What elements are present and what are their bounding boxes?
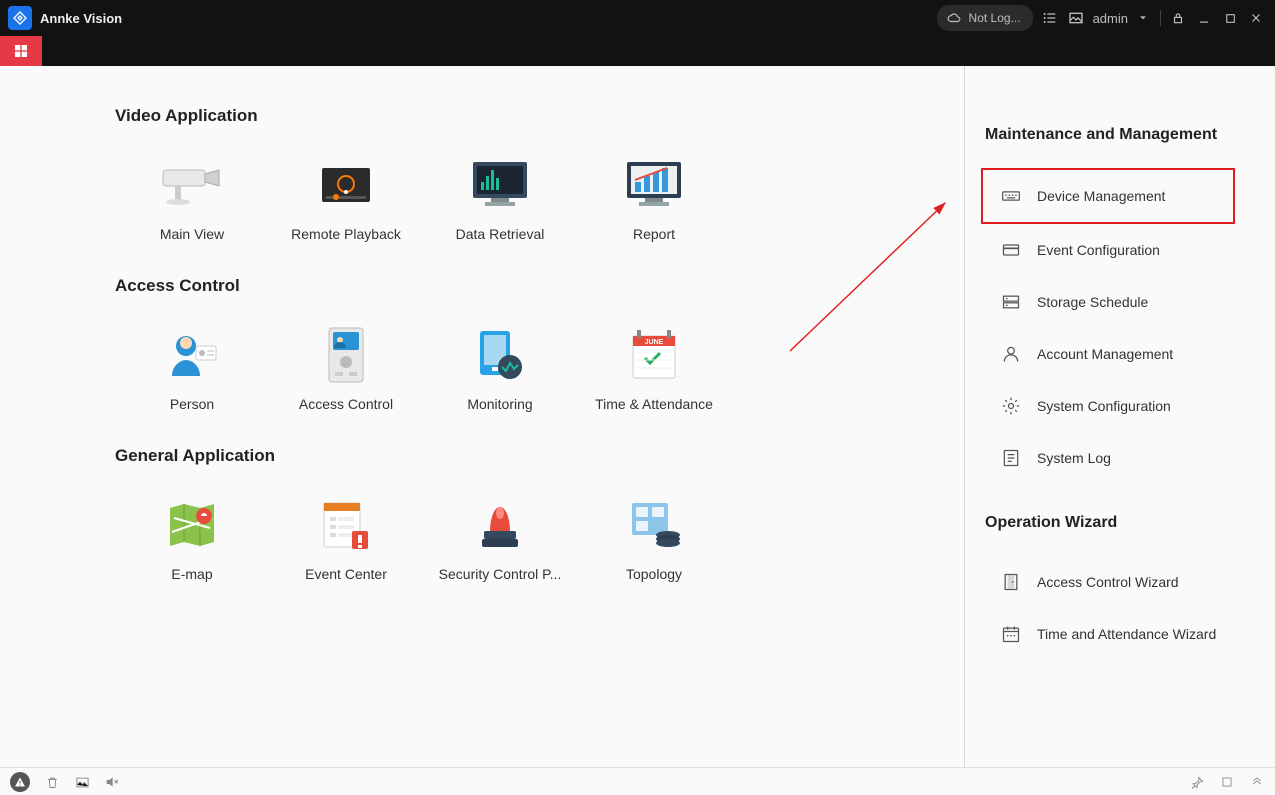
alert-badge-icon[interactable] [10, 772, 30, 792]
app-title: Annke Vision [40, 11, 122, 26]
tabstrip [0, 36, 1275, 66]
svg-text:JUNE: JUNE [645, 339, 664, 346]
sidebar-item-access-control-wizard[interactable]: Access Control Wizard [965, 556, 1275, 608]
sidebar-item-label: System Configuration [1037, 398, 1171, 414]
section-title-access: Access Control [115, 276, 964, 296]
login-status-text: Not Log... [969, 11, 1021, 25]
tile-label: Report [577, 226, 731, 242]
trash-icon[interactable] [44, 774, 60, 790]
separator [1160, 10, 1161, 26]
sidebar-item-account-management[interactable]: Account Management [965, 328, 1275, 380]
tile-emap[interactable]: E-map [115, 492, 269, 582]
schedule-icon [1001, 624, 1021, 644]
sidebar-item-label: Account Management [1037, 346, 1173, 362]
tile-label: Security Control P... [423, 566, 577, 582]
image-icon[interactable] [1067, 9, 1085, 27]
sidebar-heading-maintenance: Maintenance and Management [965, 126, 1275, 144]
network-icon [577, 492, 731, 558]
tile-access-control[interactable]: Access Control [269, 322, 423, 412]
camera-icon [115, 152, 269, 218]
tile-label: Data Retrieval [423, 226, 577, 242]
sidebar-item-label: System Log [1037, 450, 1111, 466]
sidebar-item-label: Storage Schedule [1037, 294, 1148, 310]
intercom-icon [269, 322, 423, 388]
tile-label: Person [115, 396, 269, 412]
sidebar: Maintenance and Management Device Manage… [965, 66, 1275, 767]
grid-access: Person Access Control Monitoring JUNE Ti… [115, 322, 964, 412]
maximize-icon[interactable] [1221, 9, 1239, 27]
cloud-icon [945, 9, 963, 27]
sidebar-heading-wizard: Operation Wizard [965, 514, 1275, 532]
gear-icon [1001, 396, 1021, 416]
sidebar-item-system-log[interactable]: System Log [965, 432, 1275, 484]
monitoring-icon [423, 322, 577, 388]
picture-icon[interactable] [74, 774, 90, 790]
tile-main-view[interactable]: Main View [115, 152, 269, 242]
app-logo [8, 6, 32, 30]
grid-general: E-map Event Center Security Control P...… [115, 492, 964, 582]
home-tab[interactable] [0, 36, 42, 66]
minimize-icon[interactable] [1195, 9, 1213, 27]
monitor-icon [423, 152, 577, 218]
chevron-down-icon [1134, 9, 1152, 27]
log-icon [1001, 448, 1021, 468]
tile-label: E-map [115, 566, 269, 582]
tile-monitoring[interactable]: Monitoring [423, 322, 577, 412]
calendar-icon: JUNE [577, 322, 731, 388]
tile-label: Main View [115, 226, 269, 242]
tile-topology[interactable]: Topology [577, 492, 731, 582]
card-icon [1001, 240, 1021, 260]
tile-person[interactable]: Person [115, 322, 269, 412]
tile-time-attendance[interactable]: JUNE Time & Attendance [577, 322, 731, 412]
titlebar: Annke Vision Not Log... admin [0, 0, 1275, 36]
sidebar-item-label: Device Management [1037, 188, 1165, 204]
user-icon [1001, 344, 1021, 364]
siren-icon [423, 492, 577, 558]
section-title-general: General Application [115, 446, 964, 466]
main-content: Video Application Main View Remote Playb… [0, 66, 965, 767]
workspace: Video Application Main View Remote Playb… [0, 66, 1275, 767]
tile-report[interactable]: Report [577, 152, 731, 242]
tile-label: Event Center [269, 566, 423, 582]
tile-data-retrieval[interactable]: Data Retrieval [423, 152, 577, 242]
tile-label: Topology [577, 566, 731, 582]
tile-event-center[interactable]: Event Center [269, 492, 423, 582]
storage-icon [1001, 292, 1021, 312]
tile-label: Remote Playback [269, 226, 423, 242]
list-icon[interactable] [1041, 9, 1059, 27]
lock-icon[interactable] [1169, 9, 1187, 27]
close-icon[interactable] [1247, 9, 1265, 27]
user-name: admin [1093, 11, 1128, 26]
grid-video: Main View Remote Playback Data Retrieval… [115, 152, 964, 242]
sidebar-item-event-configuration[interactable]: Event Configuration [965, 224, 1275, 276]
tile-label: Access Control [269, 396, 423, 412]
pin-icon[interactable] [1189, 774, 1205, 790]
keyboard-icon [1001, 186, 1021, 206]
person-icon [115, 322, 269, 388]
login-status-pill[interactable]: Not Log... [937, 5, 1033, 31]
tile-security-control[interactable]: Security Control P... [423, 492, 577, 582]
door-icon [1001, 572, 1021, 592]
sidebar-item-time-attendance-wizard[interactable]: Time and Attendance Wizard [965, 608, 1275, 660]
sidebar-item-label: Time and Attendance Wizard [1037, 626, 1216, 642]
sidebar-item-system-configuration[interactable]: System Configuration [965, 380, 1275, 432]
window-icon[interactable] [1219, 774, 1235, 790]
user-dropdown[interactable]: admin [1093, 9, 1152, 27]
clipboard-alert-icon [269, 492, 423, 558]
sidebar-item-label: Access Control Wizard [1037, 574, 1179, 590]
section-title-video: Video Application [115, 106, 964, 126]
chart-icon [577, 152, 731, 218]
playback-icon [269, 152, 423, 218]
sidebar-item-storage-schedule[interactable]: Storage Schedule [965, 276, 1275, 328]
sidebar-item-device-management[interactable]: Device Management [981, 168, 1235, 224]
mute-icon[interactable] [104, 774, 120, 790]
statusbar [0, 767, 1275, 795]
tile-remote-playback[interactable]: Remote Playback [269, 152, 423, 242]
tile-label: Monitoring [423, 396, 577, 412]
sidebar-item-label: Event Configuration [1037, 242, 1160, 258]
tile-label: Time & Attendance [577, 396, 731, 412]
map-icon [115, 492, 269, 558]
expand-up-icon[interactable] [1249, 774, 1265, 790]
